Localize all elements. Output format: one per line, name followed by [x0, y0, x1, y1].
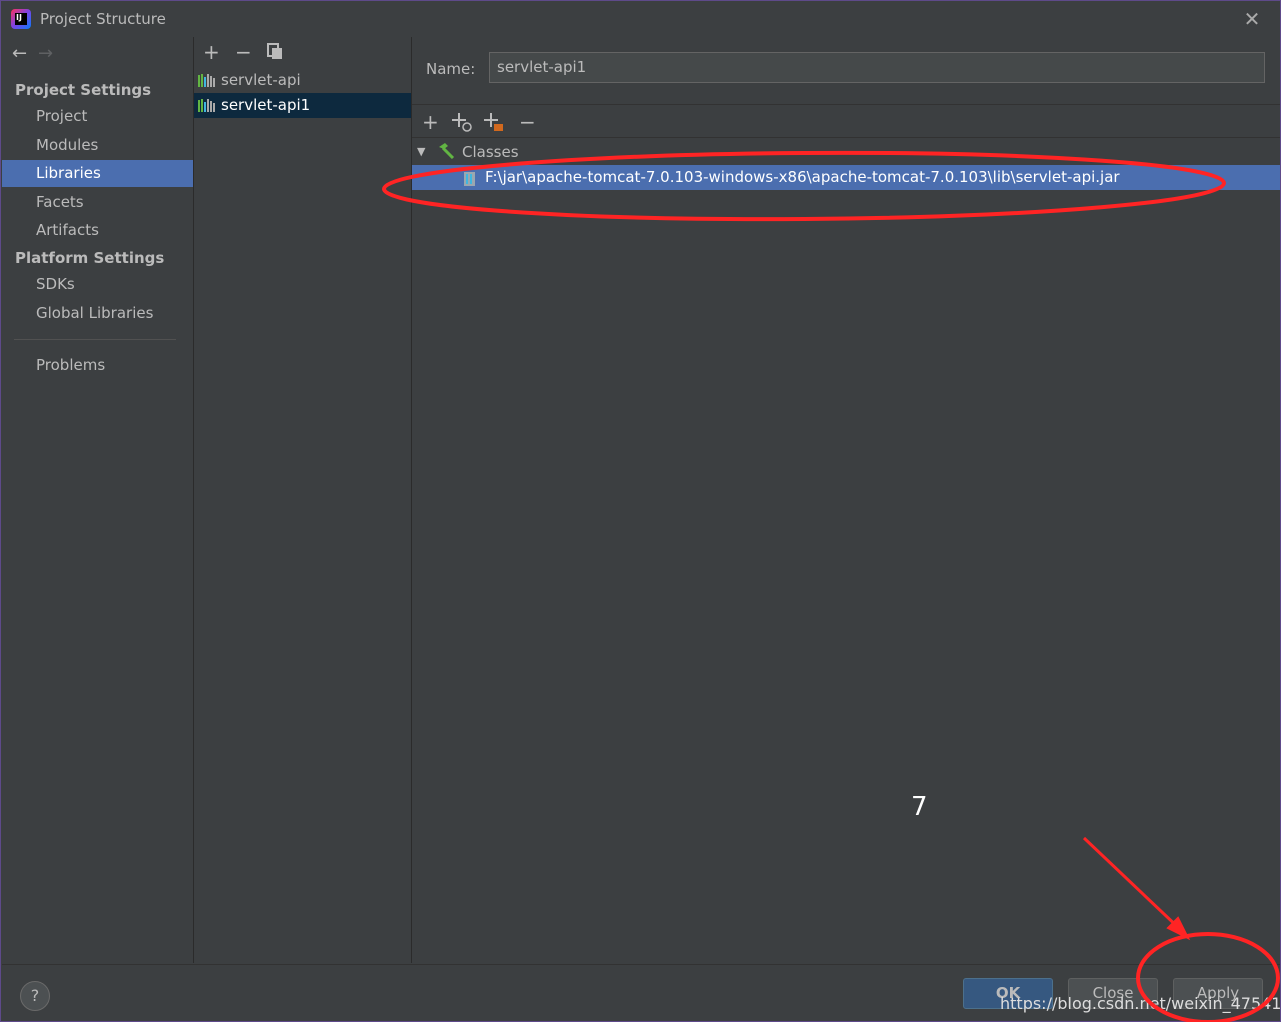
platform-settings-header: Platform Settings [15, 249, 165, 267]
classes-root-label: Classes [462, 143, 519, 161]
jar-file-icon [464, 171, 475, 186]
nav-item-sdks[interactable]: SDKs [2, 271, 193, 298]
nav-item-facets[interactable]: Facets [2, 189, 193, 216]
hammer-icon [437, 143, 455, 160]
back-arrow-icon[interactable]: ← [12, 43, 38, 64]
watermark-text: https://blog.csdn.net/weixin_47541383 [1000, 994, 1281, 1013]
add-folder-icon [484, 113, 503, 131]
remove-library-button[interactable]: − [235, 42, 252, 62]
nav-item-modules[interactable]: Modules [2, 132, 193, 159]
add-root-button[interactable]: + [422, 112, 439, 132]
close-icon[interactable]: ✕ [1241, 8, 1263, 30]
library-list-panel: + − servlet-api servlet-api1 [194, 37, 412, 963]
settings-nav-sidebar: ← → Project Settings Project Modules Libr… [2, 37, 194, 963]
add-attach-icon [452, 113, 472, 132]
add-library-button[interactable]: + [203, 42, 220, 62]
intellij-logo-icon: IJ [11, 9, 31, 29]
library-icon [198, 74, 216, 87]
library-item-servlet-api[interactable]: servlet-api [194, 68, 411, 93]
dialog-button-bar: ? OK Close Apply https://blog.csdn.net/w… [2, 964, 1281, 1021]
nav-history-arrows: ← → [12, 43, 64, 64]
library-label: servlet-api [221, 71, 301, 89]
nav-item-problems[interactable]: Problems [2, 352, 193, 379]
copy-icon [267, 43, 282, 59]
remove-root-button[interactable]: − [519, 112, 536, 132]
nav-item-libraries[interactable]: Libraries [2, 160, 193, 187]
window-title: Project Structure [40, 10, 166, 28]
library-name-input[interactable]: servlet-api1 [489, 52, 1265, 83]
jar-entry-row[interactable]: F:\jar\apache-tomcat-7.0.103-windows-x86… [412, 165, 1280, 190]
classes-toolbar: + − [412, 107, 1280, 137]
title-bar: IJ Project Structure ✕ [1, 1, 1280, 37]
help-button[interactable]: ? [20, 981, 50, 1011]
nav-item-project[interactable]: Project [2, 103, 193, 130]
expand-toggle-icon[interactable]: ▼ [417, 145, 425, 158]
library-detail-panel: Name: servlet-api1 + − ▼ Classes F:\jar\… [412, 37, 1280, 964]
copy-library-button[interactable] [267, 43, 283, 63]
classes-tree: ▼ Classes F:\jar\apache-tomcat-7.0.103-w… [412, 137, 1280, 964]
nav-item-artifacts[interactable]: Artifacts [2, 217, 193, 244]
attach-files-button[interactable] [452, 111, 474, 136]
library-label: servlet-api1 [221, 96, 311, 114]
nav-divider [14, 339, 176, 340]
add-jar-directory-button[interactable] [484, 111, 506, 136]
step-number-annotation: 7 [911, 792, 928, 822]
forward-arrow-icon[interactable]: → [38, 43, 64, 64]
library-icon [198, 99, 216, 112]
separator [412, 104, 1280, 105]
nav-item-global-libraries[interactable]: Global Libraries [2, 300, 193, 327]
jar-path-label: F:\jar\apache-tomcat-7.0.103-windows-x86… [485, 168, 1120, 186]
project-settings-header: Project Settings [15, 81, 152, 99]
name-label: Name: [426, 60, 476, 78]
project-structure-dialog: IJ Project Structure ✕ ← → Project Settin… [0, 0, 1281, 1022]
library-item-servlet-api1[interactable]: servlet-api1 [194, 93, 411, 118]
